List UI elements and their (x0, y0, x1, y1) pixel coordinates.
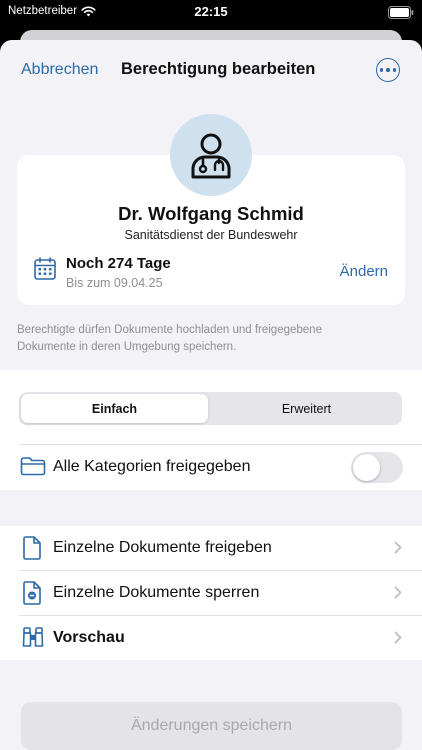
page-title: Berechtigung bearbeiten (121, 60, 316, 78)
validity-days: Noch 274 Tage (66, 255, 171, 272)
all-categories-toggle[interactable] (351, 452, 403, 483)
list-item-label: Einzelne Dokumente freigeben (53, 539, 272, 556)
mode-segmented-control: Einfach Erweitert (19, 392, 402, 425)
list-item-preview[interactable]: Vorschau (0, 616, 422, 660)
all-categories-row: Alle Kategorien freigegeben (0, 444, 422, 490)
list-item-label: Einzelne Dokumente sperren (53, 584, 260, 601)
more-dot (386, 68, 390, 72)
cancel-button[interactable]: Abbrechen (21, 61, 98, 79)
folder-icon (20, 457, 46, 476)
toggle-knob (353, 454, 380, 481)
all-categories-label: Alle Kategorien freigegeben (53, 458, 251, 475)
document-options-list: Einzelne Dokumente freigeben Einzelne Do… (0, 526, 422, 660)
validity-until: Bis zum 09.04.25 (66, 276, 163, 290)
change-validity-button[interactable]: Ändern (340, 263, 388, 280)
clock: 22:15 (194, 4, 228, 19)
binoculars-icon (22, 627, 44, 647)
person-name: Dr. Wolfgang Schmid (118, 203, 304, 224)
battery-icon (388, 6, 414, 19)
doctor-icon (191, 133, 231, 179)
info-text: Berechtigte dürfen Dokumente hochladen u… (17, 324, 322, 353)
list-item-block-documents[interactable]: Einzelne Dokumente sperren (0, 571, 422, 615)
calendar-icon (34, 257, 56, 280)
chevron-right-icon (394, 541, 402, 554)
more-options-icon[interactable] (376, 58, 400, 82)
more-dot (379, 68, 384, 72)
edit-permission-sheet: Abbrechen Berechtigung bearbeiten Dr. Wo… (0, 40, 422, 750)
list-item-label: Vorschau (53, 629, 125, 646)
save-changes-button[interactable]: Änderungen speichern (21, 702, 402, 750)
more-dot (392, 68, 397, 72)
sharing-settings: Einfach Erweitert Alle Kategorien freige… (0, 370, 422, 490)
segment-simple[interactable]: Einfach (21, 394, 208, 423)
document-blocked-icon (23, 581, 41, 605)
person-organization: Sanitätsdienst der Bundeswehr (124, 228, 298, 242)
avatar (170, 114, 252, 196)
status-bar: Netzbetreiber 22:15 (0, 0, 422, 28)
list-item-share-documents[interactable]: Einzelne Dokumente freigeben (0, 526, 422, 570)
segment-advanced[interactable]: Erweitert (213, 394, 400, 423)
document-icon (23, 536, 41, 560)
chevron-right-icon (394, 631, 402, 644)
navigation-bar: Abbrechen Berechtigung bearbeiten (0, 40, 422, 100)
chevron-right-icon (394, 586, 402, 599)
